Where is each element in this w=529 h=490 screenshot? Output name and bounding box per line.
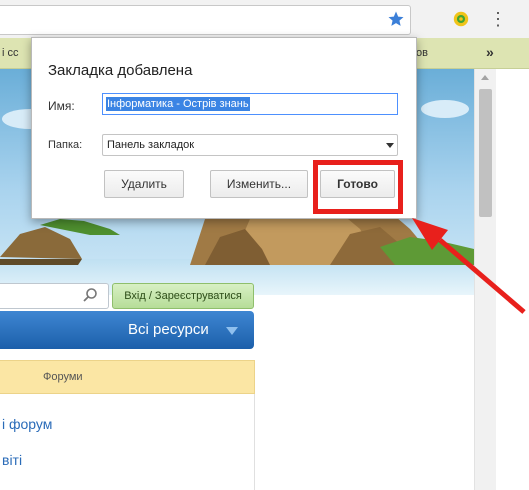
red-arrow-annotation — [412, 218, 526, 314]
screenshot: ⋮ i cc ов » Вхід / Зареєструватися Всі р… — [0, 0, 529, 490]
